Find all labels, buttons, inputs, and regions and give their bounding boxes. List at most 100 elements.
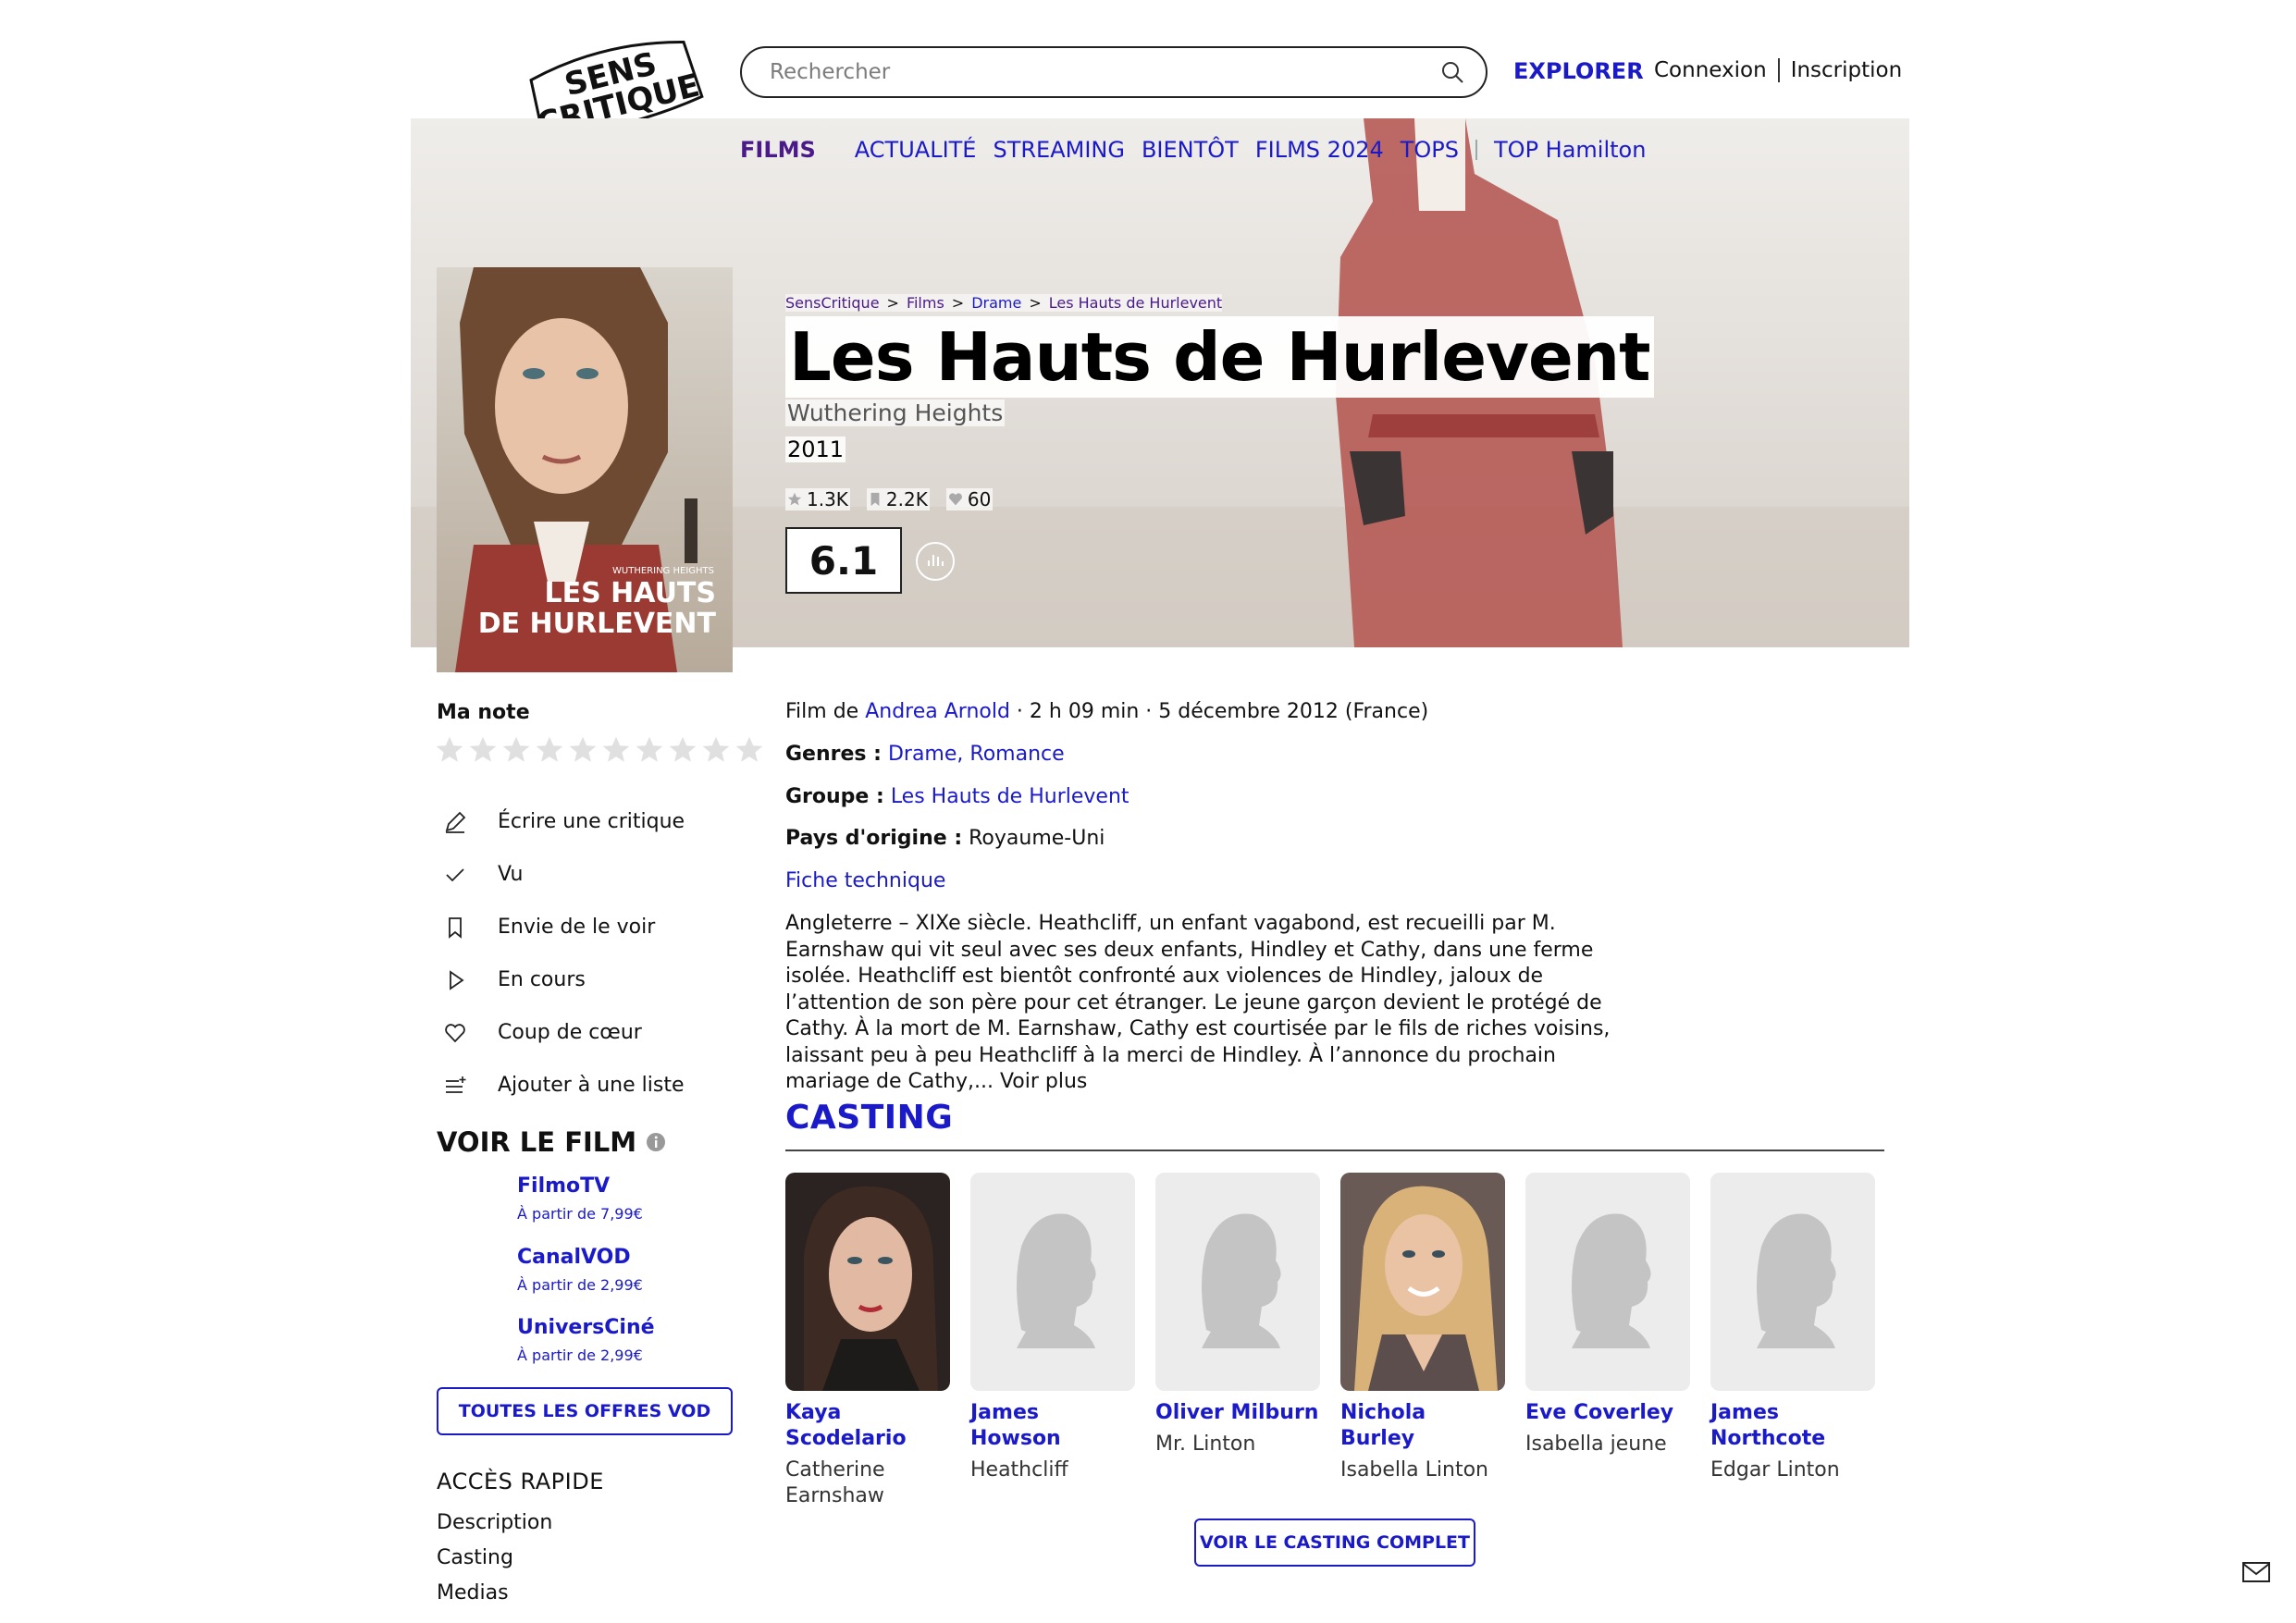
actor-photo[interactable] xyxy=(1340,1173,1505,1391)
vod-price: À partir de 2,99€ xyxy=(517,1346,643,1364)
character-name: Mr. Linton xyxy=(1155,1432,1256,1456)
character-name: Isabella jeune xyxy=(1525,1432,1667,1456)
character-name: Catherine Earnshaw xyxy=(785,1458,885,1507)
country-line: Pays d'origine : Royaume-Uni xyxy=(785,827,1105,850)
tech-sheet-link[interactable]: Fiche technique xyxy=(785,869,945,892)
vod-offer-filmotv[interactable]: FilmoTV À partir de 7,99€ xyxy=(517,1174,643,1223)
breadcrumb-films[interactable]: Films xyxy=(907,294,944,312)
release-year: 2011 xyxy=(785,436,846,462)
rating-star-icon[interactable] xyxy=(635,735,664,765)
heart-icon xyxy=(948,493,962,506)
film-poster[interactable]: WUTHERING HEIGHTS LES HAUTS DE HURLEVENT xyxy=(437,267,733,672)
actor-name[interactable]: Oliver Milburn xyxy=(1155,1400,1320,1426)
pencil-icon xyxy=(445,811,466,833)
signup-link[interactable]: Inscription xyxy=(1791,58,1903,82)
rating-star-icon[interactable] xyxy=(501,735,531,765)
breadcrumb-drame[interactable]: Drame xyxy=(971,294,1021,312)
vod-provider-name: CanalVOD xyxy=(517,1246,631,1269)
rating-star-icon[interactable] xyxy=(734,735,764,765)
cast-card[interactable]: James Northcote Edgar Linton xyxy=(1710,1173,1875,1483)
in-progress-action[interactable]: En cours xyxy=(442,953,685,1006)
favorite-action[interactable]: Coup de cœur xyxy=(442,1006,685,1059)
cast-card[interactable]: James Howson Heathcliff xyxy=(970,1173,1135,1483)
rating-distribution-icon[interactable] xyxy=(914,540,957,583)
group-label: Groupe : xyxy=(785,785,884,808)
nav-tops[interactable]: TOPS xyxy=(1401,137,1459,163)
vod-provider-name: FilmoTV xyxy=(517,1174,611,1198)
actor-photo-placeholder[interactable] xyxy=(970,1173,1135,1391)
watch-film-title: VOIR LE FILM xyxy=(437,1126,637,1158)
explorer-link[interactable]: EXPLORER xyxy=(1513,58,1644,84)
mail-icon[interactable] xyxy=(2242,1561,2270,1583)
nav-actualite[interactable]: ACTUALITÉ xyxy=(855,137,977,163)
rating-star-icon[interactable] xyxy=(535,735,564,765)
genre-separator: , xyxy=(957,743,964,766)
cast-card[interactable]: Oliver Milburn Mr. Linton xyxy=(1155,1173,1320,1457)
actor-photo-placeholder[interactable] xyxy=(1155,1173,1320,1391)
rating-star-icon[interactable] xyxy=(701,735,731,765)
rating-star-icon[interactable] xyxy=(601,735,631,765)
favorites-stat: 60 xyxy=(945,488,994,510)
actor-photo-placeholder[interactable] xyxy=(1710,1173,1875,1391)
wishlist-action[interactable]: Envie de le voir xyxy=(442,901,685,953)
nav-bientot[interactable]: BIENTÔT xyxy=(1142,137,1239,163)
nav-separator xyxy=(1475,140,1478,160)
genre-link[interactable]: Drame xyxy=(888,743,957,766)
actor-name[interactable]: Eve Coverley xyxy=(1525,1400,1690,1426)
actor-photo[interactable] xyxy=(785,1173,950,1391)
search-icon[interactable] xyxy=(1439,59,1465,85)
full-cast-button[interactable]: VOIR LE CASTING COMPLET xyxy=(1194,1518,1475,1567)
vod-offer-canalvod[interactable]: CanalVOD À partir de 2,99€ xyxy=(517,1246,643,1294)
seen-action[interactable]: Vu xyxy=(442,848,685,901)
my-rating-stars[interactable] xyxy=(435,735,764,765)
rating-star-icon[interactable] xyxy=(668,735,697,765)
see-more-link[interactable]: Voir plus xyxy=(1000,1070,1087,1093)
cast-card[interactable]: Kaya Scodelario Catherine Earnshaw xyxy=(785,1173,950,1509)
cast-card[interactable]: Eve Coverley Isabella jeune xyxy=(1525,1173,1690,1457)
ratings-count: 1.3K xyxy=(807,488,848,510)
breadcrumb-sep: > xyxy=(886,294,899,312)
breadcrumb-senscritique[interactable]: SensCritique xyxy=(785,294,880,312)
actor-name[interactable]: Nichola Burley xyxy=(1340,1400,1505,1452)
genre-link[interactable]: Romance xyxy=(969,743,1064,766)
nav-films[interactable]: FILMS xyxy=(740,137,816,163)
my-rating-label: Ma note xyxy=(437,701,530,724)
vod-offer-universcine[interactable]: UniversCiné À partir de 2,99€ xyxy=(517,1316,655,1364)
film-credits-line: Film de Andrea Arnold · 2 h 09 min · 5 d… xyxy=(785,700,1428,723)
film-meta: · 2 h 09 min · 5 décembre 2012 (France) xyxy=(1016,700,1429,723)
login-link[interactable]: Connexion xyxy=(1654,58,1767,82)
rating-star-icon[interactable] xyxy=(468,735,498,765)
action-label: Vu xyxy=(498,863,524,886)
all-vod-offers-button[interactable]: TOUTES LES OFFRES VOD xyxy=(437,1387,733,1435)
auth-links: Connexion Inscription xyxy=(1654,58,1902,82)
rating-star-icon[interactable] xyxy=(568,735,598,765)
quick-link-medias[interactable]: Medias xyxy=(437,1581,552,1605)
quick-link-casting[interactable]: Casting xyxy=(437,1546,552,1569)
action-label: Écrire une critique xyxy=(498,810,685,833)
actor-name[interactable]: James Howson xyxy=(970,1400,1135,1452)
nav-streaming[interactable]: STREAMING xyxy=(993,137,1125,163)
actor-name[interactable]: James Northcote xyxy=(1710,1400,1875,1452)
cast-card[interactable]: Nichola Burley Isabella Linton xyxy=(1340,1173,1505,1483)
director-link[interactable]: Andrea Arnold xyxy=(865,700,1010,723)
write-review-action[interactable]: Écrire une critique xyxy=(442,795,685,848)
person-silhouette-icon xyxy=(1155,1173,1320,1391)
actor-photo-placeholder[interactable] xyxy=(1525,1173,1690,1391)
info-icon[interactable] xyxy=(646,1132,666,1152)
nav-top-hamilton[interactable]: TOP Hamilton xyxy=(1494,137,1646,163)
ratings-stat: 1.3K xyxy=(785,488,850,510)
actor-name[interactable]: Kaya Scodelario xyxy=(785,1400,950,1452)
add-to-list-action[interactable]: Ajouter à une liste xyxy=(442,1059,685,1112)
group-link[interactable]: Les Hauts de Hurlevent xyxy=(891,785,1129,808)
film-de-label: Film de xyxy=(785,700,859,723)
nav-films-2024[interactable]: FILMS 2024 xyxy=(1255,137,1384,163)
action-label: En cours xyxy=(498,968,586,991)
person-silhouette-icon xyxy=(1710,1173,1875,1391)
quick-link-description[interactable]: Description xyxy=(437,1511,552,1534)
rating-star-icon[interactable] xyxy=(435,735,464,765)
average-score[interactable]: 6.1 xyxy=(785,527,902,594)
breadcrumb-current[interactable]: Les Hauts de Hurlevent xyxy=(1049,294,1222,312)
search-input[interactable]: Rechercher xyxy=(740,46,1487,98)
category-nav: FILMS ACTUALITÉ STREAMING BIENTÔT FILMS … xyxy=(740,137,1646,163)
svg-text:WUTHERING HEIGHTS: WUTHERING HEIGHTS xyxy=(612,566,714,576)
